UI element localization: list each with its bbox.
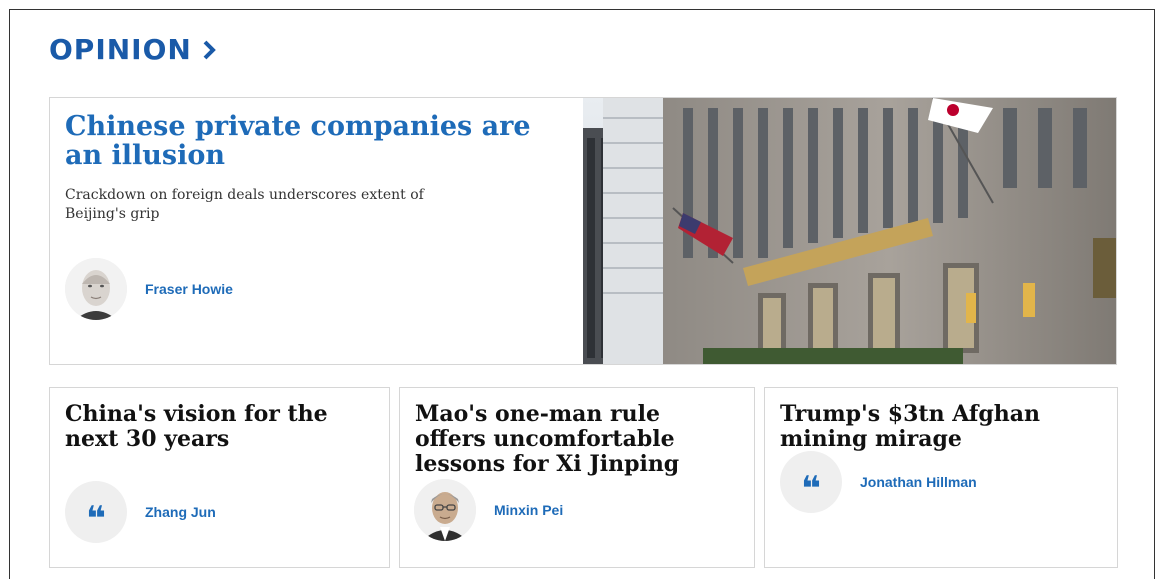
article-author-name-1[interactable]: Zhang Jun [145,504,216,520]
chevron-right-icon [203,40,216,59]
featured-standfirst: Crackdown on foreign deals underscores e… [65,187,424,222]
article-headline-1[interactable]: China's vision for the next 30 years [65,402,385,452]
article-author-name-3[interactable]: Jonathan Hillman [860,474,977,490]
article-author-2: Minxin Pei [414,479,563,541]
author-avatar-2 [414,479,476,541]
quote-icon: ❝ [801,469,821,509]
author-avatar-1: ❝ [65,481,127,543]
section-title-link[interactable]: OPINION [49,33,216,66]
featured-author-name[interactable]: Fraser Howie [145,281,233,297]
section-title: OPINION [49,33,192,66]
article-card-1[interactable]: China's vision for the next 30 years ❝ Z… [49,387,390,568]
author-photo-icon [414,479,476,541]
article-headline-3[interactable]: Trump's $3tn Afghan mining mirage [780,402,1100,452]
featured-headline[interactable]: Chinese private companies are an illusio… [65,112,545,170]
featured-article-card[interactable]: Chinese private companies are an illusio… [49,97,1117,365]
author-photo-icon [65,258,127,320]
author-avatar [65,258,127,320]
author-avatar-3: ❝ [780,451,842,513]
article-card-3[interactable]: Trump's $3tn Afghan mining mirage ❝ Jona… [764,387,1118,568]
quote-icon: ❝ [86,499,106,539]
article-author-1: ❝ Zhang Jun [65,481,216,543]
article-author-name-2[interactable]: Minxin Pei [494,502,563,518]
article-card-2[interactable]: Mao's one-man rule offers uncomfortable … [399,387,755,568]
article-author-3: ❝ Jonathan Hillman [780,451,977,513]
featured-image[interactable] [583,98,1116,364]
article-headline-2[interactable]: Mao's one-man rule offers uncomfortable … [415,402,735,477]
featured-author: Fraser Howie [65,258,233,320]
hotel-building-photo [583,98,1116,364]
